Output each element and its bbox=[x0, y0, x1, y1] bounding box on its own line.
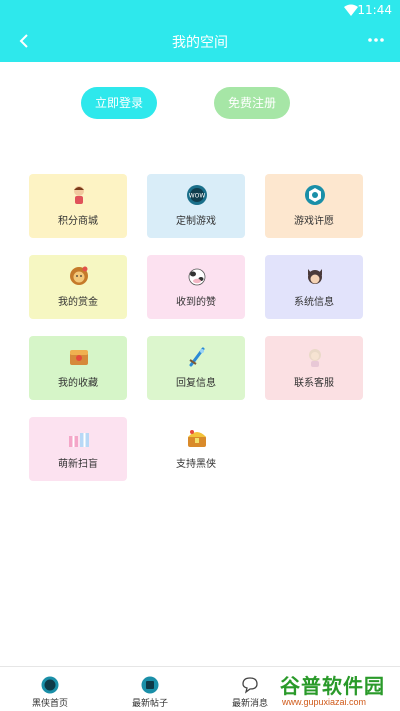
menu-item-newbie-guide[interactable]: 萌新扫盲 bbox=[29, 417, 127, 481]
menu-item-my-bounty[interactable]: 我的赏金 bbox=[29, 255, 127, 319]
menu-item-my-favorites[interactable]: 我的收藏 bbox=[29, 336, 127, 400]
nav-item-home[interactable]: 黑侠首页 bbox=[0, 667, 100, 711]
menu-item-label: 收到的赞 bbox=[176, 297, 216, 308]
register-button[interactable]: 免费注册 bbox=[214, 87, 290, 119]
menu-item-contact-support[interactable]: 联系客服 bbox=[265, 336, 363, 400]
menu-item-label: 萌新扫盲 bbox=[58, 459, 98, 470]
menu-item-reply-info[interactable]: 回复信息 bbox=[147, 336, 245, 400]
watermark-url: www.gupuxiazai.com bbox=[282, 697, 367, 707]
cow-icon bbox=[188, 268, 206, 286]
menu-item-label: 定制游戏 bbox=[176, 216, 216, 227]
menu-item-label: 联系客服 bbox=[294, 378, 334, 389]
menu-item-label: 系统信息 bbox=[294, 297, 334, 308]
menu-item-system-info[interactable]: 系统信息 bbox=[265, 255, 363, 319]
treasure-box-icon bbox=[70, 350, 88, 365]
nav-label: 最新帖子 bbox=[131, 699, 168, 709]
menu-item-points-mall[interactable]: 积分商城 bbox=[29, 174, 127, 238]
menu-item-label: 我的收藏 bbox=[58, 378, 98, 389]
nav-item-latest-posts[interactable]: 最新帖子 bbox=[100, 667, 200, 711]
wifi-icon bbox=[344, 4, 358, 16]
menu-item-support-heixia[interactable]: 支持黑侠 bbox=[147, 417, 245, 481]
nav-label: 黑侠首页 bbox=[31, 699, 68, 709]
hex-gear-icon bbox=[305, 185, 325, 205]
menu-item-label: 我的赏金 bbox=[58, 297, 98, 308]
svg-text:WOW: WOW bbox=[189, 193, 206, 200]
menu-item-label: 游戏许愿 bbox=[294, 216, 334, 227]
menu-item-game-wish[interactable]: 游戏许愿 bbox=[265, 174, 363, 238]
character-icon bbox=[74, 186, 84, 204]
menu-item-custom-game[interactable]: WOW 定制游戏 bbox=[147, 174, 245, 238]
wow-badge-icon: WOW bbox=[187, 185, 207, 205]
girl-icon bbox=[309, 349, 321, 367]
treasure-chest-icon bbox=[188, 430, 206, 447]
status-time: 11:44 bbox=[357, 3, 392, 17]
post-icon bbox=[141, 676, 159, 694]
login-button[interactable]: 立即登录 bbox=[81, 87, 157, 119]
page-title: 我的空间 bbox=[172, 35, 228, 51]
lion-icon bbox=[70, 266, 88, 285]
gift-boxes-icon bbox=[69, 433, 89, 447]
watermark-text: 谷普软件园 bbox=[280, 674, 385, 698]
menu-item-label: 回复信息 bbox=[176, 378, 216, 389]
app-bar: 我的空间 bbox=[0, 22, 400, 62]
watermark: 谷普软件园 www.gupuxiazai.com bbox=[276, 668, 400, 711]
status-bar: 11:44 bbox=[0, 0, 400, 22]
menu-item-likes-received[interactable]: 收到的赞 bbox=[147, 255, 245, 319]
cat-icon bbox=[308, 269, 322, 284]
chat-icon bbox=[242, 677, 258, 694]
menu-item-label: 积分商城 bbox=[58, 216, 98, 227]
menu-item-label: 支持黑侠 bbox=[176, 459, 216, 470]
sword-icon bbox=[189, 347, 205, 367]
home-logo-icon bbox=[41, 676, 59, 694]
more-horizontal-icon[interactable] bbox=[366, 28, 386, 52]
